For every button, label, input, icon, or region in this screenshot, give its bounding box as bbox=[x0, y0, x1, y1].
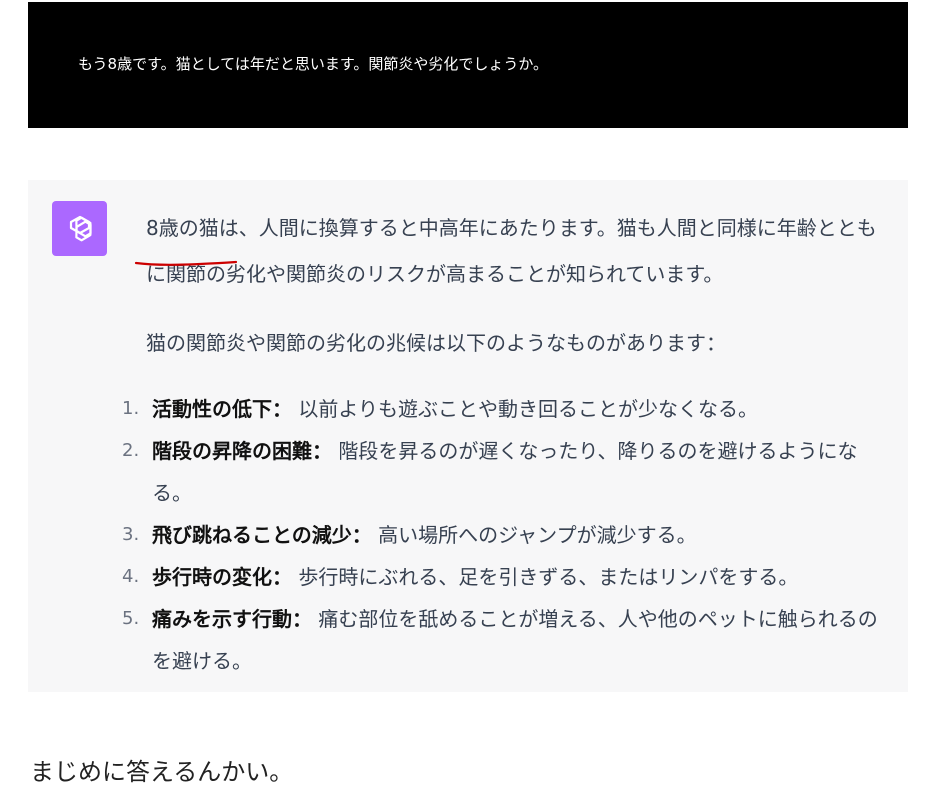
openai-logo-icon bbox=[62, 211, 98, 247]
list-item-number: 4. bbox=[122, 566, 140, 587]
user-message-bubble: もう8歳です。猫としては年だと思います。関節炎や劣化でしょうか。 bbox=[28, 2, 908, 128]
list-item-title: 飛び跳ねることの減少： bbox=[152, 523, 372, 547]
page: もう8歳です。猫としては年だと思います。関節炎や劣化でしょうか。 8歳の猫は、人… bbox=[0, 0, 937, 801]
list-item: 2. 階段の昇降の困難： 階段を昇るのが遅くなったり、降りるのを避けるようになる… bbox=[122, 430, 892, 514]
response-paragraph-2: 猫の関節炎や関節の劣化の兆候は以下のようなものがあります： bbox=[146, 331, 726, 355]
list-item: 3. 飛び跳ねることの減少： 高い場所へのジャンプが減少する。 bbox=[122, 514, 892, 556]
list-item: 4. 歩行時の変化： 歩行時にぶれる、足を引きずる、またはリンパをする。 bbox=[122, 556, 892, 598]
list-item-title: 階段の昇降の困難： bbox=[152, 439, 332, 463]
list-item-title: 歩行時の変化： bbox=[152, 565, 292, 589]
list-item-text: 以前よりも遊ぶことや動き回ることが少なくなる。 bbox=[298, 397, 758, 421]
list-item-number: 5. bbox=[122, 608, 140, 629]
list-item-title: 痛みを示す行動： bbox=[152, 607, 312, 631]
user-message-text: もう8歳です。猫としては年だと思います。関節炎や劣化でしょうか。 bbox=[78, 55, 549, 73]
list-item-number: 3. bbox=[122, 524, 140, 545]
list-item: 5. 痛みを示す行動： 痛む部位を舐めることが増える、人や他のペットに触られるの… bbox=[122, 598, 892, 682]
assistant-response: 8歳の猫は、人間に換算すると中高年にあたります。猫も人間と同様に年齢とともに関節… bbox=[134, 205, 896, 366]
symptom-list: 1. 活動性の低下： 以前よりも遊ぶことや動き回ることが少なくなる。 2. 階段… bbox=[122, 388, 892, 682]
assistant-avatar bbox=[52, 201, 107, 256]
assistant-message-panel: 8歳の猫は、人間に換算すると中高年にあたります。猫も人間と同様に年齢とともに関節… bbox=[28, 180, 908, 692]
list-item-title: 活動性の低下： bbox=[152, 397, 292, 421]
list-item: 1. 活動性の低下： 以前よりも遊ぶことや動き回ることが少なくなる。 bbox=[122, 388, 892, 430]
response-paragraph-1: 8歳の猫は、人間に換算すると中高年にあたります。猫も人間と同様に年齢とともに関節… bbox=[134, 205, 896, 297]
list-item-text: 高い場所へのジャンプが減少する。 bbox=[378, 523, 697, 547]
handwritten-underline-mark bbox=[134, 238, 238, 284]
response-paragraph-1-text: 8歳の猫は、人間に換算すると中高年にあたります。猫も人間と同様に年齢とともに関節… bbox=[146, 216, 877, 286]
list-item-number: 1. bbox=[122, 398, 140, 419]
list-item-number: 2. bbox=[122, 440, 140, 461]
list-item-text: 歩行時にぶれる、足を引きずる、またはリンパをする。 bbox=[298, 565, 799, 589]
blog-comment: まじめに答えるんかい。 bbox=[30, 758, 294, 786]
